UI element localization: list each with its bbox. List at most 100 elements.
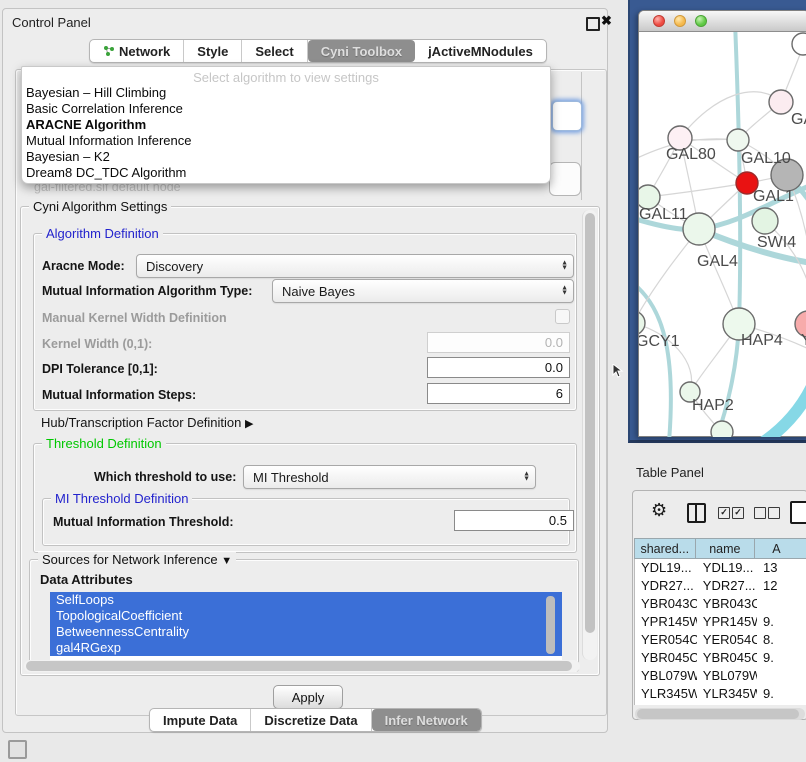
table-cell[interactable]: YDL19... [635, 559, 697, 577]
tab-jactivemnodules[interactable]: jActiveMNodules [415, 40, 546, 62]
apply-button[interactable]: Apply [273, 685, 343, 709]
table-cell[interactable]: YDR27... [635, 577, 697, 595]
table-cell[interactable]: YPR145W [697, 613, 757, 631]
mi-type-combo[interactable]: Naive Bayes ▲▼ [272, 279, 574, 303]
bottom-tab-discretize-data[interactable]: Discretize Data [251, 709, 371, 731]
minimize-traffic-light[interactable] [674, 15, 686, 27]
network-node[interactable] [711, 421, 733, 437]
table-cell[interactable] [757, 595, 806, 613]
network-node[interactable] [639, 311, 645, 335]
table-row[interactable]: YDR27...YDR27...12 [635, 577, 806, 595]
network-node-label: GAL [791, 111, 806, 128]
table-cell[interactable]: 12 [757, 577, 806, 595]
tab-cyni-toolbox[interactable]: Cyni Toolbox [308, 40, 415, 62]
table-cell[interactable]: YBR045C [635, 649, 697, 667]
mi-steps-field[interactable]: 6 [427, 383, 570, 404]
data-attribute-item[interactable]: SelfLoops [50, 592, 562, 608]
table-cell[interactable]: YER054C [635, 631, 697, 649]
maximize-traffic-light[interactable] [695, 15, 707, 27]
hidden-focused-combo-fragment[interactable] [552, 101, 582, 131]
settings-vscrollbar-thumb[interactable] [585, 213, 595, 633]
table-row[interactable]: YPR145WYPR145W9. [635, 613, 806, 631]
table-cell[interactable]: 9. [757, 649, 806, 667]
gear-icon[interactable]: ⚙ [651, 500, 667, 521]
table-row[interactable]: YBR045CYBR045C9. [635, 649, 806, 667]
settings-hscrollbar[interactable] [24, 660, 580, 672]
settings-vscrollbar[interactable] [582, 210, 597, 660]
table-cell[interactable]: YER054C [697, 631, 757, 649]
attributes-list-scrollbar[interactable] [546, 596, 555, 654]
table-cell[interactable] [757, 667, 806, 685]
table-hscrollbar[interactable] [635, 708, 805, 720]
dpi-tolerance-field[interactable]: 0.0 [427, 357, 570, 378]
table-column-header[interactable]: name [696, 538, 756, 559]
dropdown-item[interactable]: Dream8 DC_TDC Algorithm [22, 165, 550, 181]
checked-checkbox-icon[interactable]: ✓ [732, 507, 744, 519]
close-traffic-light[interactable] [653, 15, 665, 27]
table-cell[interactable]: 9. [757, 613, 806, 631]
checked-checkbox-icon[interactable]: ✓ [718, 507, 730, 519]
table-cell[interactable]: YBL079W [697, 667, 757, 685]
network-node[interactable] [683, 213, 715, 245]
network-window-titlebar[interactable] [639, 11, 806, 32]
table-row[interactable]: YLR345WYLR345W9. [635, 685, 806, 703]
table-cell[interactable]: 8. [757, 631, 806, 649]
table-cell[interactable]: YDL19... [697, 559, 757, 577]
tab-select[interactable]: Select [242, 40, 307, 62]
dock-square-icon[interactable] [8, 740, 27, 759]
hidden-combo-fragment[interactable] [549, 162, 581, 196]
table-row[interactable]: YDL19...YDL19...13 [635, 559, 806, 577]
document-icon[interactable] [790, 501, 806, 524]
column-view-icon[interactable] [687, 503, 706, 523]
dropdown-item[interactable]: Basic Correlation Inference [22, 101, 550, 117]
data-attribute-item[interactable]: gal4RGexp [50, 640, 562, 656]
dropdown-item[interactable]: Bayesian – Hill Climbing [22, 85, 550, 101]
table-cell[interactable]: YBR043C [697, 595, 757, 613]
dropdown-item[interactable]: Mutual Information Inference [22, 133, 550, 149]
table-row[interactable]: YER054CYER054C8. [635, 631, 806, 649]
dropdown-item[interactable]: ARACNE Algorithm [22, 117, 550, 133]
kernel-width-field[interactable]: 0.0 [427, 332, 570, 353]
table-cell[interactable]: YBR043C [635, 595, 697, 613]
bottom-tab-infer-network[interactable]: Infer Network [372, 709, 481, 731]
unchecked-checkbox-icon[interactable] [754, 507, 766, 519]
bottom-tab-impute-data[interactable]: Impute Data [150, 709, 251, 731]
table-cell[interactable]: YLR345W [635, 685, 697, 703]
table-cell[interactable]: 9 [757, 703, 806, 705]
unchecked-checkbox-icon[interactable] [768, 507, 780, 519]
table-cell[interactable]: YDR27... [697, 577, 757, 595]
data-attribute-item[interactable]: BetweennessCentrality [50, 624, 562, 640]
manual-kernel-checkbox[interactable] [555, 309, 570, 324]
hub-section-toggle[interactable]: Hub/Transcription Factor Definition ▶ [41, 415, 253, 430]
table-cell[interactable]: YPR145W [635, 613, 697, 631]
table-column-header[interactable]: A [755, 538, 806, 559]
table-row[interactable]: YBR043CYBR043C [635, 595, 806, 613]
table-hscrollbar-thumb[interactable] [637, 709, 799, 719]
dropdown-item[interactable]: Bayesian – K2 [22, 149, 550, 165]
table-cell[interactable]: YBL079W [635, 667, 697, 685]
network-node[interactable] [752, 208, 778, 234]
network-node[interactable] [792, 33, 806, 55]
table-cell[interactable]: 9. [757, 685, 806, 703]
table-row[interactable]: YBL079WYBL079W [635, 667, 806, 685]
close-window-icon[interactable]: ✖ [601, 13, 612, 29]
which-threshold-combo[interactable]: MI Threshold ▲▼ [243, 465, 536, 489]
data-attribute-item[interactable]: TopologicalCoefficient [50, 608, 562, 624]
network-node[interactable] [727, 129, 749, 151]
network-node[interactable] [769, 90, 793, 114]
table-cell[interactable]: YBR045C [697, 649, 757, 667]
table-row[interactable]: YIL052CYIL052C9 [635, 703, 806, 705]
network-canvas[interactable]: GALGAL80GAL10GAL1GAL11SWI4GAL4GCY1HAP4YH… [639, 32, 806, 437]
tab-style[interactable]: Style [184, 40, 242, 62]
sources-legend[interactable]: Sources for Network Inference ▼ [38, 552, 236, 567]
mi-threshold-field[interactable]: 0.5 [454, 510, 574, 531]
table-cell[interactable]: YIL052C [635, 703, 697, 705]
aracne-mode-combo[interactable]: Discovery ▲▼ [136, 254, 574, 278]
tab-network[interactable]: Network [90, 40, 184, 62]
settings-hscrollbar-thumb[interactable] [26, 661, 572, 671]
table-cell[interactable]: YLR345W [697, 685, 757, 703]
float-window-icon[interactable] [586, 17, 600, 31]
table-cell[interactable]: YIL052C [697, 703, 757, 705]
table-column-header[interactable]: shared... [634, 538, 696, 559]
table-cell[interactable]: 13 [757, 559, 806, 577]
